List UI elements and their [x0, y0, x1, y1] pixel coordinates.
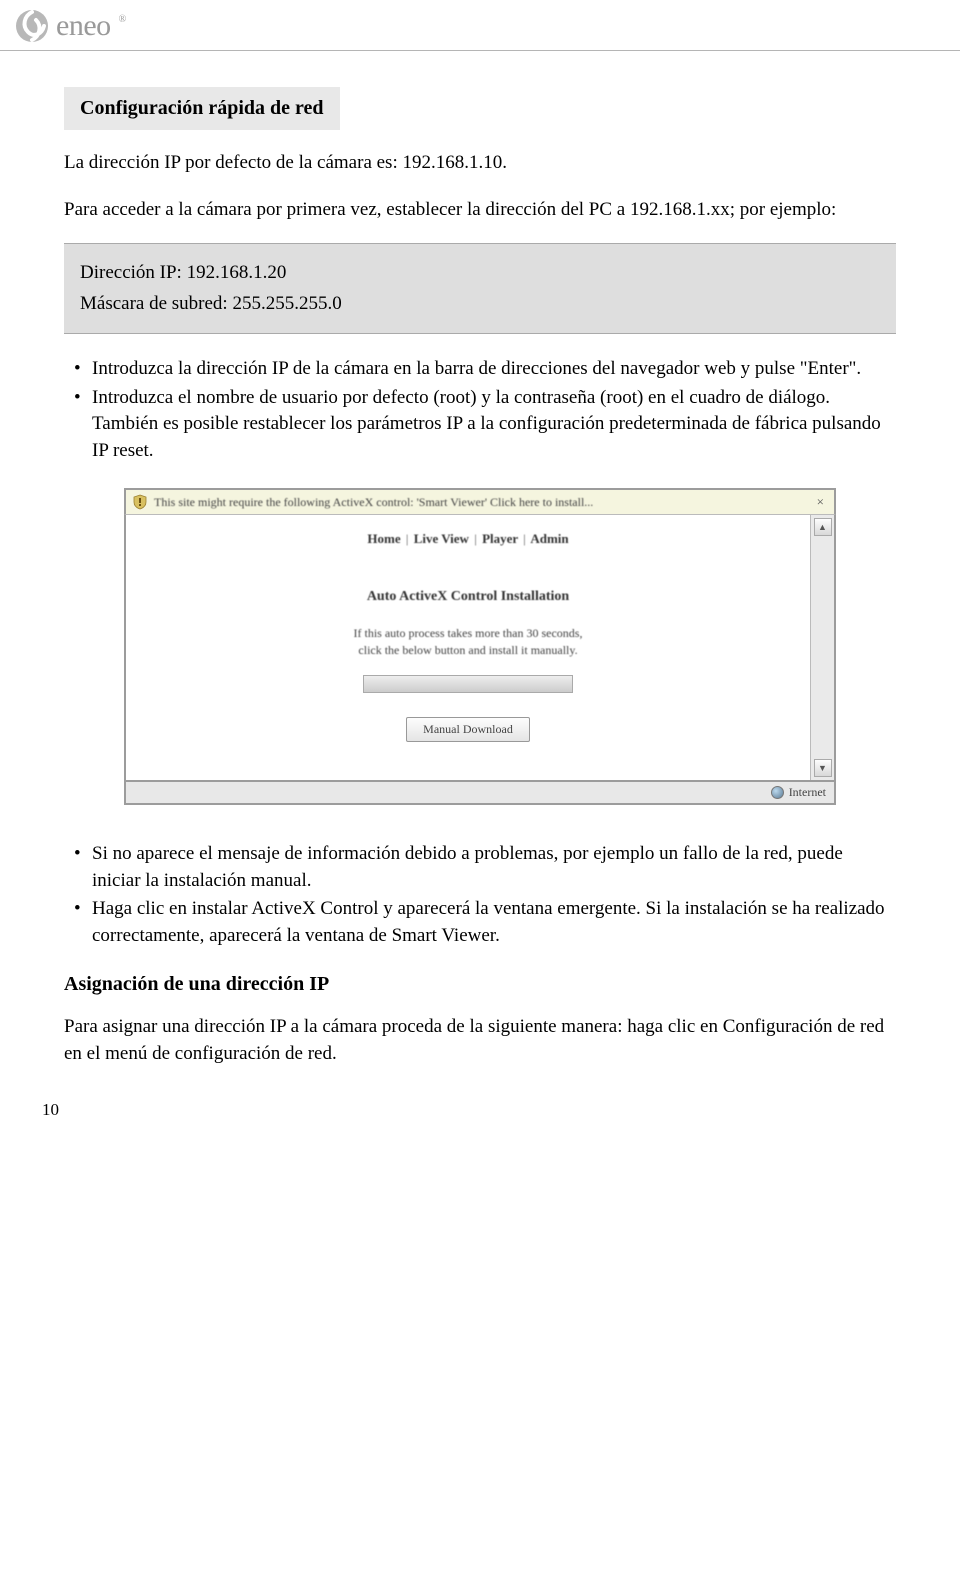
bullet-list-1: Introduzca la dirección IP de la cámara … — [64, 356, 896, 464]
progress-bar — [363, 675, 573, 693]
mask-line: Máscara de subred: 255.255.255.0 — [80, 289, 880, 319]
install-title: Auto ActiveX Control Installation — [126, 589, 810, 605]
list-item: Haga clic en instalar ActiveX Control y … — [92, 896, 896, 949]
install-block: Auto ActiveX Control Installation If thi… — [126, 571, 810, 780]
page-footer: 10 — [0, 1100, 960, 1150]
viewer-nav: Home | Live View | Player | Admin — [126, 525, 810, 571]
manual-download-button[interactable]: Manual Download — [406, 717, 530, 742]
bullet-list-2: Si no aparece el mensaje de información … — [64, 841, 896, 949]
final-paragraph: Para asignar una dirección IP a la cámar… — [64, 1014, 896, 1067]
scroll-up-icon[interactable]: ▲ — [814, 518, 832, 536]
status-bar: Internet — [124, 782, 836, 805]
nav-home[interactable]: Home — [367, 531, 400, 546]
scrollbar[interactable]: ▲ ▼ — [810, 515, 834, 780]
close-icon[interactable]: × — [813, 494, 828, 510]
brand-header: eneo ® — [0, 0, 960, 50]
intro-paragraph-1: La dirección IP por defecto de la cámara… — [64, 150, 896, 177]
shield-icon — [132, 494, 148, 510]
page-number: 10 — [42, 1100, 59, 1120]
ip-info-box: Dirección IP: 192.168.1.20 Máscara de su… — [64, 243, 896, 334]
list-item: Introduzca el nombre de usuario por defe… — [92, 385, 896, 465]
list-item: Si no aparece el mensaje de información … — [92, 841, 896, 894]
install-message: If this auto process takes more than 30 … — [126, 625, 810, 659]
subheading-ip-assign: Asignación de una dirección IP — [64, 973, 896, 996]
ip-line: Dirección IP: 192.168.1.20 — [80, 258, 880, 288]
nav-liveview[interactable]: Live View — [414, 531, 469, 546]
status-text: Internet — [789, 785, 826, 800]
activex-info-bar[interactable]: This site might require the following Ac… — [124, 488, 836, 515]
embedded-screenshot: This site might require the following Ac… — [124, 488, 836, 805]
internet-icon — [771, 786, 784, 799]
intro-paragraph-2: Para acceder a la cámara por primera vez… — [64, 197, 896, 224]
viewer-frame: Home | Live View | Player | Admin Auto A… — [124, 515, 836, 782]
activex-message: This site might require the following Ac… — [154, 495, 807, 510]
brand-logo-icon — [14, 8, 50, 44]
list-item: Introduzca la dirección IP de la cámara … — [92, 356, 896, 383]
nav-admin[interactable]: Admin — [530, 531, 568, 546]
brand-name: eneo — [56, 9, 111, 43]
scroll-down-icon[interactable]: ▼ — [814, 759, 832, 777]
section-heading: Configuración rápida de red — [64, 87, 340, 130]
nav-player[interactable]: Player — [482, 531, 518, 546]
trademark-icon: ® — [119, 14, 127, 25]
